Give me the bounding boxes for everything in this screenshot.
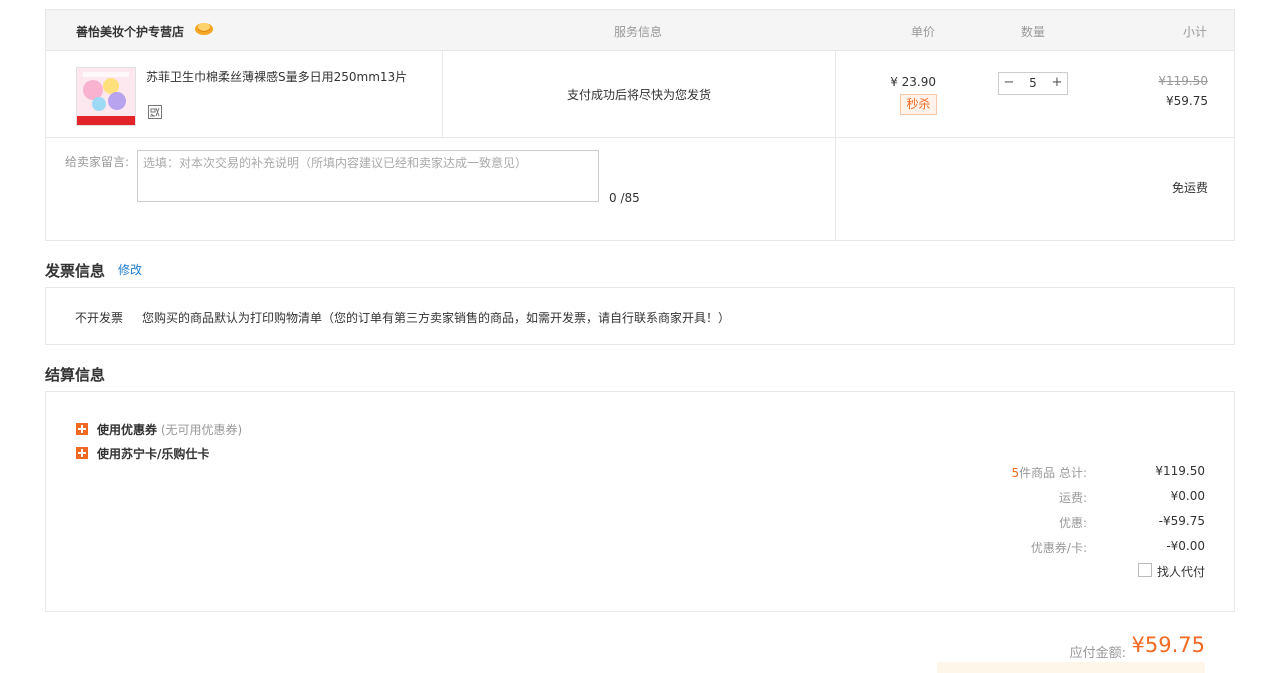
submit-bar [937,662,1205,673]
proxy-pay-checkbox[interactable] [1138,563,1152,577]
settlement-card: 使用优惠券 (无可用优惠券) 使用苏宁卡/乐购仕卡 5件商品 总计: ¥119.… [45,391,1235,612]
coupon-label: 使用优惠券 [97,423,158,437]
discount-value: -¥59.75 [1158,514,1205,528]
divider [46,137,1234,138]
expand-plus-icon [76,447,88,459]
items-total-value: ¥119.50 [1155,464,1205,478]
header-quantity: 数量 [1021,25,1046,39]
header-unit-price: 单价 [911,25,936,39]
coupon-note: (无可用优惠券) [160,423,243,437]
coupon-card-label: 优惠券/卡: [1030,541,1087,555]
store-name[interactable]: 善怡美妆个护专营店 [76,23,184,40]
invoice-type: 不开发票 [75,311,124,325]
item-count: 5 [1011,466,1020,480]
seller-message-input[interactable] [137,150,599,202]
amount-due-label: 应付金额: [1069,646,1126,661]
invoice-title: 发票信息 [45,262,106,280]
proxy-pay-label[interactable]: 找人代付 [1157,563,1205,580]
items-total-text: 件商品 总计: [1019,466,1087,480]
use-card-toggle[interactable]: 使用苏宁卡/乐购仕卡 [76,445,209,462]
product-thumbnail-icon [77,68,135,125]
message-label: 给卖家留言: [65,155,130,169]
shipping-value: ¥0.00 [1170,489,1205,503]
shipping-label: 运费: [1058,491,1087,505]
settlement-title: 结算信息 [45,366,106,384]
divider [442,51,443,137]
quantity-stepper: − 5 + [998,72,1068,95]
flash-sale-badge: 秒杀 [900,94,937,115]
header-subtotal: 小计 [1183,25,1208,39]
invoice-note: 您购买的商品默认为打印购物清单（您的订单有第三方卖家销售的商品，如需开发票，请自… [142,311,731,325]
items-total-label: 5件商品 总计: [1012,464,1088,481]
divider [835,51,836,241]
service-text: 支付成功后将尽快为您发货 [567,88,712,102]
coupon-card-value: -¥0.00 [1166,539,1205,553]
order-card: 善怡美妆个护专营店 服务信息 单价 数量 小计 苏菲卫生巾棉柔丝薄裸感S量多日用… [45,9,1235,241]
product-image[interactable] [76,67,136,126]
use-coupon-toggle[interactable]: 使用优惠券 (无可用优惠券) [76,421,242,438]
shipping-info: 免运费 [1171,181,1208,195]
unit-price: ¥ 23.90 [890,75,936,89]
card-label: 使用苏宁卡/乐购仕卡 [97,447,210,461]
product-title[interactable]: 苏菲卫生巾棉柔丝薄裸感S量多日用250mm13片 [146,68,407,85]
discount-label: 优惠: [1058,516,1087,530]
expand-plus-icon [76,423,88,435]
quantity-input[interactable]: 5 [1019,73,1047,94]
return-policy-icon [148,105,162,119]
header-service: 服务信息 [614,25,663,39]
subtotal-price: ¥59.75 [1166,94,1208,108]
amount-due-value: ¥59.75 [1131,633,1205,657]
store-badge-icon [195,23,213,35]
original-price: ¥119.50 [1158,74,1208,88]
order-header: 善怡美妆个护专营店 服务信息 单价 数量 小计 [46,10,1234,51]
increase-button[interactable]: + [1047,73,1067,94]
invoice-edit-link[interactable]: 修改 [118,261,142,278]
message-char-count: 0 /85 [609,191,640,205]
decrease-button[interactable]: − [999,73,1019,94]
invoice-card: 不开发票 您购买的商品默认为打印购物清单（您的订单有第三方卖家销售的商品，如需开… [45,287,1235,345]
